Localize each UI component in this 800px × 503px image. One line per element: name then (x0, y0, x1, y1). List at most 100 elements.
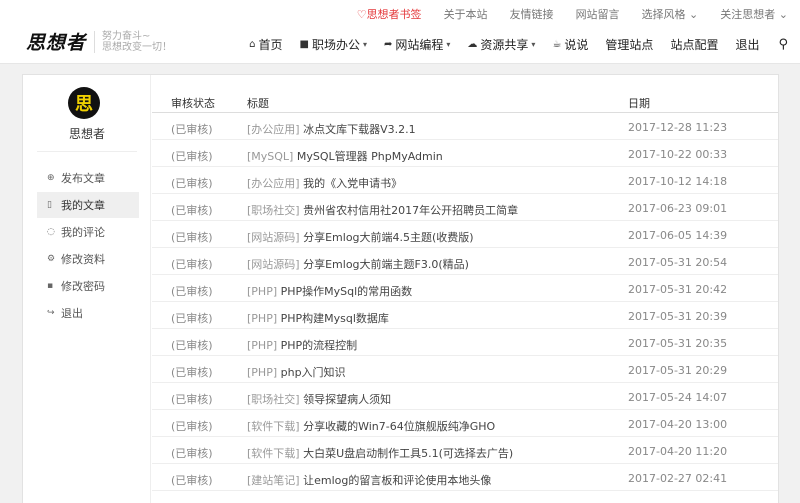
row-category: [职场社交] (247, 204, 300, 217)
main-panel: 思 思想者 ⊕ 发布文章 ▯ 我的文章 ◌ 我的评论 ⚙ 修改资料 ▪ 修改密码 ↪ 退出 … (22, 74, 779, 503)
row-date: 2017-10-22 00:33 (628, 148, 728, 161)
search-icon[interactable]: ⚲ (778, 37, 788, 52)
row-status: (已审核) (171, 204, 213, 217)
sidebar-item-logout[interactable]: ↪ 退出 (37, 300, 139, 326)
nav-talk[interactable]: ☕ 说说 (552, 36, 588, 53)
row-status: (已审核) (171, 447, 213, 460)
chevron-down-icon: ▾ (362, 40, 367, 49)
row-title-link[interactable]: [职场社交] 领导探望病人须知 (247, 391, 391, 407)
row-title: PHP的流程控制 (280, 339, 358, 352)
row-category: [建站笔记] (247, 474, 300, 487)
row-category: [软件下载] (247, 447, 300, 460)
row-title: PHP操作MySql的常用函数 (280, 285, 413, 298)
row-date: 2017-05-31 20:39 (628, 310, 728, 323)
row-category: [PHP] (247, 366, 278, 379)
row-category: [MySQL] (247, 150, 294, 163)
chevron-down-icon: ⌄ (685, 8, 699, 21)
row-date: 2017-05-31 20:42 (628, 283, 728, 296)
row-category: [网站源码] (247, 231, 300, 244)
nav-site-config[interactable]: 站点配置 (670, 36, 718, 53)
row-title-link[interactable]: [PHP] PHP的流程控制 (247, 337, 357, 353)
row-title: PHP构建Mysql数据库 (280, 312, 389, 325)
sidebar-item-edit-profile[interactable]: ⚙ 修改资料 (37, 246, 139, 272)
table-row: (已审核) [网站源码] 分享Emlog大前端4.5主题(收费版) 2017-06-… (152, 221, 778, 248)
sidebar-item-my-comments[interactable]: ◌ 我的评论 (37, 219, 139, 245)
row-category: [网站源码] (247, 258, 300, 271)
row-title-link[interactable]: [PHP] PHP构建Mysql数据库 (247, 310, 389, 326)
row-title-link[interactable]: [MySQL] MySQL管理器 PhpMyAdmin (247, 148, 443, 164)
row-status: (已审核) (171, 285, 213, 298)
avatar[interactable]: 思 (68, 87, 100, 119)
nav-logout[interactable]: 退出 (735, 36, 759, 53)
bookmark-link[interactable]: ♡思想者书签 (357, 6, 422, 22)
row-title-link[interactable]: [网站源码] 分享Emlog大前端4.5主题(收费版) (247, 229, 474, 245)
nav-programming[interactable]: ➦ 网站编程 ▾ (384, 36, 450, 53)
table-row: (已审核) [PHP] PHP操作MySql的常用函数 2017-05-31 20:… (152, 275, 778, 302)
sidebar-divider (37, 151, 137, 152)
row-category: [办公应用] (247, 123, 300, 136)
column-header-title: 标题 (247, 97, 269, 110)
row-title: 贵州省农村信用社2017年公开招聘员工简章 (303, 204, 519, 217)
row-title-link[interactable]: [办公应用] 我的《入党申请书》 (247, 175, 402, 191)
row-status: (已审核) (171, 150, 213, 163)
sign-out-icon: ↪ (47, 308, 55, 318)
sidebar-item-my-articles[interactable]: ▯ 我的文章 (37, 192, 139, 218)
row-date: 2017-06-05 14:39 (628, 229, 728, 242)
row-title-link[interactable]: [建站笔记] 让emlog的留言板和评论使用本地头像 (247, 472, 491, 488)
table-row: (已审核) [软件下载] 分享收藏的Win7-64位旗舰版纯净GHO 2017-04… (152, 410, 778, 437)
row-date: 2017-04-20 11:20 (628, 445, 728, 458)
nav-manage-site[interactable]: 管理站点 (605, 36, 653, 53)
row-status: (已审核) (171, 339, 213, 352)
user-sidebar: 思 思想者 ⊕ 发布文章 ▯ 我的文章 ◌ 我的评论 ⚙ 修改资料 ▪ 修改密码 ↪ 退出 (23, 75, 151, 503)
table-row: (已审核) [建站笔记] 让emlog的留言板和评论使用本地头像 2017-02-2… (152, 464, 778, 491)
table-row: (已审核) [职场社交] 贵州省农村信用社2017年公开招聘员工简章 2017-06… (152, 194, 778, 221)
row-title-link[interactable]: [职场社交] 贵州省农村信用社2017年公开招聘员工简章 (247, 202, 518, 218)
row-status: (已审核) (171, 366, 213, 379)
nav-resources[interactable]: ☁ 资源共享 ▾ (467, 36, 535, 53)
row-category: [职场社交] (247, 393, 300, 406)
about-link[interactable]: 关于本站 (444, 6, 488, 22)
row-title: php入门知识 (280, 366, 346, 379)
site-logo[interactable]: 思想者 努力奋斗~ 思想改变一切！ (26, 28, 172, 55)
friend-links-link[interactable]: 友情链接 (510, 6, 554, 22)
nav-home[interactable]: ⌂ 首页 (249, 36, 282, 53)
comment-icon: ◌ (47, 227, 55, 237)
row-date: 2017-10-12 14:18 (628, 175, 728, 188)
sidebar-item-publish[interactable]: ⊕ 发布文章 (37, 165, 139, 191)
row-title-link[interactable]: [PHP] PHP操作MySql的常用函数 (247, 283, 412, 299)
row-category: [软件下载] (247, 420, 300, 433)
chevron-down-icon: ⌄ (775, 8, 788, 21)
row-title: 我的《入党申请书》 (303, 177, 403, 190)
file-icon: ▯ (47, 200, 52, 210)
row-category: [PHP] (247, 285, 278, 298)
row-category: [PHP] (247, 339, 278, 352)
chevron-down-icon: ▾ (531, 40, 536, 49)
style-dropdown[interactable]: 选择风格 ⌄ (642, 6, 699, 22)
row-title: 领导探望病人须知 (303, 393, 392, 406)
heart-icon: ♡ (356, 8, 367, 21)
row-title-link[interactable]: [网站源码] 分享Emlog大前端主题F3.0(精品) (247, 256, 469, 272)
table-row: (已审核) [职场社交] 领导探望病人须知 2017-05-24 14:07 (152, 383, 778, 410)
table-body: (已审核) [办公应用] 冰点文库下载器V3.2.1 2017-12-28 11:2… (152, 113, 778, 491)
row-category: [办公应用] (247, 177, 300, 190)
nav-office[interactable]: ■ 职场办公 ▾ (300, 36, 367, 53)
row-title: 大白菜U盘启动制作工具5.1(可选择去广告) (303, 447, 514, 460)
username: 思想者 (68, 127, 105, 141)
row-title-link[interactable]: [PHP] php入门知识 (247, 364, 346, 380)
row-status: (已审核) (171, 474, 213, 487)
plus-circle-icon: ⊕ (47, 173, 55, 183)
follow-dropdown[interactable]: 关注思想者 ⌄ (720, 6, 788, 22)
home-icon: ⌂ (249, 39, 256, 50)
sidebar-menu: ⊕ 发布文章 ▯ 我的文章 ◌ 我的评论 ⚙ 修改资料 ▪ 修改密码 ↪ 退出 (37, 165, 139, 327)
row-title: MySQL管理器 PhpMyAdmin (296, 150, 443, 163)
row-title-link[interactable]: [办公应用] 冰点文库下载器V3.2.1 (247, 121, 416, 137)
sidebar-item-change-password[interactable]: ▪ 修改密码 (37, 273, 139, 299)
row-title-link[interactable]: [软件下载] 大白菜U盘启动制作工具5.1(可选择去广告) (247, 445, 513, 461)
row-date: 2017-02-27 02:41 (628, 472, 728, 485)
guestbook-link[interactable]: 网站留言 (576, 6, 620, 22)
main-nav: ⌂ 首页 ■ 职场办公 ▾ ➦ 网站编程 ▾ ☁ 资源共享 ▾ ☕ 说说 管理站点 站点配置 退… (232, 36, 788, 53)
unlock-icon: ▪ (47, 281, 54, 291)
row-title-link[interactable]: [软件下载] 分享收藏的Win7-64位旗舰版纯净GHO (247, 418, 495, 434)
logo-slogan: 努力奋斗~ 思想改变一切！ (94, 30, 172, 53)
table-row: (已审核) [PHP] PHP构建Mysql数据库 2017-05-31 20:39 (152, 302, 778, 329)
